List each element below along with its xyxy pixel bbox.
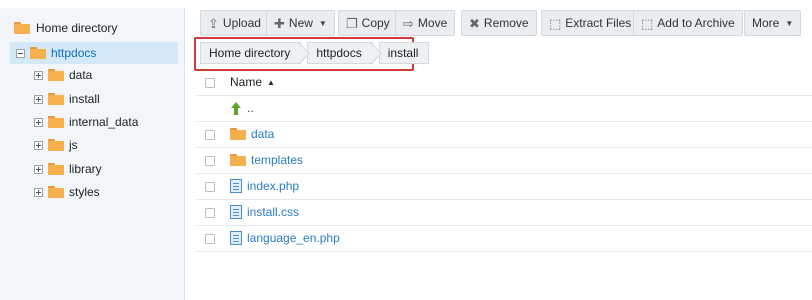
folder-icon (48, 163, 64, 175)
file-list-header: Name ▲ (196, 70, 812, 96)
table-row: index.php (196, 174, 812, 200)
file-toolbar: ⇪ Upload ✚ New ▼ ❐ Copy ⇨ Move ✖ Remove … (196, 10, 806, 36)
new-button[interactable]: ✚ New ▼ (266, 10, 335, 36)
row-checkbox[interactable] (205, 182, 215, 192)
chevron-down-icon: ▼ (785, 18, 794, 28)
file-name-label: language_en.php (247, 231, 340, 245)
file-icon (230, 231, 242, 245)
tree-item-httpdocs[interactable]: httpdocs (10, 42, 178, 64)
breadcrumb-item-install[interactable]: install (378, 42, 430, 64)
file-icon (230, 179, 242, 193)
name-column-header[interactable]: Name ▲ (230, 75, 275, 89)
row-checkbox[interactable] (205, 130, 215, 140)
folder-icon (30, 47, 46, 59)
tree-item-label: internal_data (69, 115, 139, 129)
file-link[interactable]: templates (230, 153, 303, 167)
file-name-label: index.php (247, 179, 300, 193)
folder-icon (230, 154, 246, 166)
table-row: install.css (196, 200, 812, 226)
tree-item-styles[interactable]: styles (34, 183, 100, 201)
file-name-label: templates (251, 153, 304, 167)
expand-icon[interactable] (34, 117, 43, 127)
archive-label: Add to Archive (657, 16, 735, 30)
upload-label: Upload (222, 16, 261, 30)
collapse-icon[interactable] (16, 48, 25, 58)
name-header-label: Name (230, 75, 263, 89)
folder-icon (48, 69, 64, 81)
archive-icon: ⬚ (641, 15, 654, 31)
tree-item-js[interactable]: js (34, 136, 78, 154)
top-strip (0, 0, 812, 8)
folder-icon (230, 128, 246, 140)
expand-icon[interactable] (34, 70, 43, 80)
upload-button[interactable]: ⇪ Upload (200, 10, 269, 36)
parent-directory-row[interactable]: .. (196, 96, 812, 122)
remove-button[interactable]: ✖ Remove (461, 10, 537, 36)
tree-item-label: httpdocs (51, 46, 97, 60)
more-button[interactable]: More ▼ (744, 10, 802, 36)
expand-icon[interactable] (34, 164, 43, 174)
extract-files-button[interactable]: ⬚ Extract Files (541, 10, 640, 36)
folder-icon (48, 186, 64, 198)
table-row: language_en.php (196, 226, 812, 252)
tree-item-library[interactable]: library (34, 160, 102, 178)
tree-item-home-directory[interactable]: Home directory (14, 20, 117, 36)
add-to-archive-button[interactable]: ⬚ Add to Archive (633, 10, 743, 36)
folder-icon (14, 22, 30, 34)
move-label: Move (417, 16, 448, 30)
parent-directory-label: .. (247, 101, 254, 115)
remove-icon: ✖ (469, 15, 480, 31)
parent-directory-link[interactable]: .. (230, 101, 254, 115)
more-label: More (752, 16, 780, 30)
folder-icon (48, 139, 64, 151)
new-label: New (288, 16, 313, 30)
expand-icon[interactable] (34, 94, 43, 104)
table-row: data (196, 122, 812, 148)
expand-icon[interactable] (34, 140, 43, 150)
table-row: templates (196, 148, 812, 174)
select-all-checkbox[interactable] (205, 77, 215, 88)
chevron-down-icon: ▼ (318, 18, 327, 28)
folder-icon (48, 116, 64, 128)
tree-item-label: js (69, 138, 78, 152)
tree-item-label: install (69, 92, 100, 106)
tree-item-label: Home directory (36, 21, 118, 35)
breadcrumb-item-home-directory[interactable]: Home directory (200, 42, 302, 64)
breadcrumb: Home directory httpdocs install (200, 42, 435, 64)
sort-ascending-icon: ▲ (267, 77, 275, 87)
tree-item-label: data (69, 68, 93, 82)
directory-tree: Home directory httpdocs data install int… (0, 8, 185, 300)
expand-icon[interactable] (34, 187, 43, 197)
row-checkbox[interactable] (205, 208, 215, 218)
row-checkbox[interactable] (205, 234, 215, 244)
file-link[interactable]: language_en.php (230, 231, 340, 245)
extract-label: Extract Files (565, 16, 632, 30)
tree-item-install[interactable]: install (34, 90, 100, 108)
upload-icon: ⇪ (208, 15, 219, 31)
tree-item-label: styles (69, 185, 100, 199)
file-link[interactable]: index.php (230, 179, 299, 193)
tree-item-internal-data[interactable]: internal_data (34, 113, 138, 131)
move-icon: ⇨ (403, 15, 414, 31)
plus-icon: ✚ (274, 15, 285, 31)
file-icon (230, 205, 242, 219)
file-link[interactable]: install.css (230, 205, 299, 219)
copy-button[interactable]: ❐ Copy (338, 10, 398, 36)
copy-label: Copy (361, 16, 390, 30)
move-button[interactable]: ⇨ Move (395, 10, 456, 36)
file-name-label: data (251, 127, 275, 141)
remove-label: Remove (483, 16, 529, 30)
row-checkbox[interactable] (205, 156, 215, 166)
breadcrumb-item-httpdocs[interactable]: httpdocs (307, 42, 373, 64)
file-name-label: install.css (247, 205, 300, 219)
file-link[interactable]: data (230, 127, 274, 141)
tree-item-data[interactable]: data (34, 66, 92, 84)
extract-icon: ⬚ (549, 15, 562, 31)
tree-item-label: library (69, 162, 102, 176)
folder-icon (48, 93, 64, 105)
copy-icon: ❐ (346, 15, 358, 31)
up-arrow-icon (230, 101, 242, 115)
